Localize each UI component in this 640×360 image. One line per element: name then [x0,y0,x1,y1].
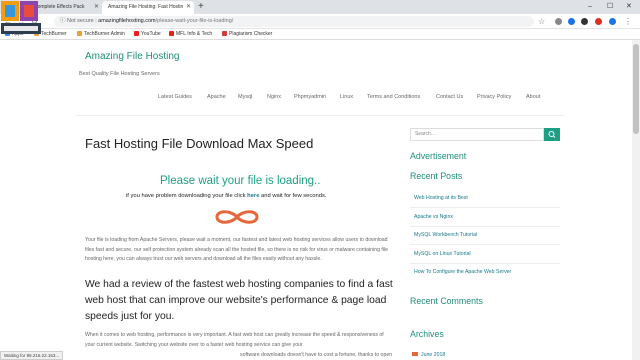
url-path: /please-wait-your-file-is-loading/ [155,18,234,24]
url-input[interactable]: ⓘ Not secure | amazingfilehosting.com/pl… [54,16,534,27]
post-title: Fast Hosting File Download Max Speed [85,136,314,151]
search-icon [548,131,556,138]
intro-paragraph: Your file is loading from Apache Servers… [85,237,389,263]
checker-icon [222,31,227,36]
archive-link[interactable]: June 2018 [412,352,445,358]
scrollbar-thumb[interactable] [633,44,639,134]
techburner-admin-icon [77,31,82,36]
recent-post-link[interactable]: MySQL Workbench Tutorial [414,232,477,238]
extension-icon[interactable] [581,18,588,25]
extension-icon[interactable] [555,18,562,25]
divider [410,263,560,264]
divider [410,244,560,245]
new-tab-icon[interactable]: + [198,0,204,14]
tab-title: Amazing File Hosting: Fast Hostin [108,4,184,10]
bookmark-youtube[interactable]: YouTube [134,29,161,40]
close-window-icon[interactable]: ✕ [626,0,632,14]
bookmark-plagiarism[interactable]: Plagiarism Checker [222,29,272,40]
bookmark-mfl[interactable]: MFL Info & Tech [169,29,212,40]
recent-post-link[interactable]: How To Configure the Apache Web Server [414,269,511,275]
menu-item-contact[interactable]: Contact Us [436,94,463,100]
menu-item-nginx[interactable]: Nginx [267,94,281,100]
review-heading: We had a review of the fastest web hosti… [85,279,393,322]
recent-post-link[interactable]: MySQL on Linux Tutorial [414,251,471,257]
bookmark-techburner-admin[interactable]: TechBurner Admin [77,29,125,40]
advertisement-title: Advertisement [410,151,467,161]
search-button[interactable] [544,128,560,141]
tab-strip: Complete Effects Pack ✕ Amazing File Hos… [0,0,640,14]
header-divider [75,115,565,116]
security-label: Not secure [67,18,94,24]
menu-item-about[interactable]: About [526,94,540,100]
mfl-icon [169,31,174,36]
extension-icon[interactable] [568,18,575,25]
folder-icon [412,352,418,356]
recent-post-link[interactable]: Web Hosting at its Best [414,195,468,201]
site-title[interactable]: Amazing File Hosting [85,51,179,62]
menu-item-latest-guides[interactable]: Latest Guides [158,94,192,100]
body-paragraph: When it comes to web hosting, performanc… [85,332,384,348]
close-tab-icon[interactable]: ✕ [186,1,191,14]
menu-item-privacy[interactable]: Privacy Policy [477,94,511,100]
status-bar: Waiting for 95.216.22.153... [0,351,64,360]
extension-icon[interactable] [595,18,602,25]
menu-item-apache[interactable]: Apache [207,94,226,100]
archives-title: Archives [410,329,444,339]
site-description: Best Quality File Hosting Servers [79,71,160,77]
body-paragraph-tail: software downloads doesn't have to cost … [240,352,393,358]
info-icon[interactable]: ⓘ [60,18,66,24]
menu-item-phpmyadmin[interactable]: Phpmyadmin [294,94,326,100]
tab-amazing-file-hosting[interactable]: Amazing File Hosting: Fast Hostin ✕ [102,1,194,14]
bookmarks-bar: Apps TechBurner TechBurner Admin YouTube… [0,29,640,40]
recent-comments-title: Recent Comments [410,296,483,306]
divider [410,207,560,208]
close-tab-icon[interactable]: ✕ [94,1,99,14]
recent-post-link[interactable]: Apache vs Nginx [414,214,453,220]
channel-logo-icon [1,1,41,34]
menu-item-mysql[interactable]: Mysql [238,94,252,100]
youtube-icon [134,31,139,36]
wait-heading: Please wait your file is loading.. [160,175,321,187]
web-page: Amazing File Hosting Best Quality File H… [0,40,632,360]
menu-dots-icon[interactable]: ⋮ [624,14,632,29]
recent-posts-title: Recent Posts [410,171,463,181]
download-here-link[interactable]: here [247,193,259,199]
divider [410,226,560,227]
url-host: amazingfilehosting.com [98,18,156,24]
address-bar-row: ← → ↻ ⓘ Not secure | amazingfilehosting.… [0,14,640,29]
minimize-icon[interactable]: – [588,0,592,14]
maximize-icon[interactable]: ☐ [607,0,613,14]
wait-instructions: if you have problem downloading your fil… [126,193,327,199]
menu-item-linux[interactable]: Linux [340,94,353,100]
loading-spinner-icon [215,210,259,224]
search-input[interactable]: Search... [410,128,544,141]
menu-item-terms[interactable]: Terms and Conditions [367,94,420,100]
bookmark-star-icon[interactable]: ☆ [538,14,545,29]
profile-avatar-icon[interactable] [609,18,616,25]
